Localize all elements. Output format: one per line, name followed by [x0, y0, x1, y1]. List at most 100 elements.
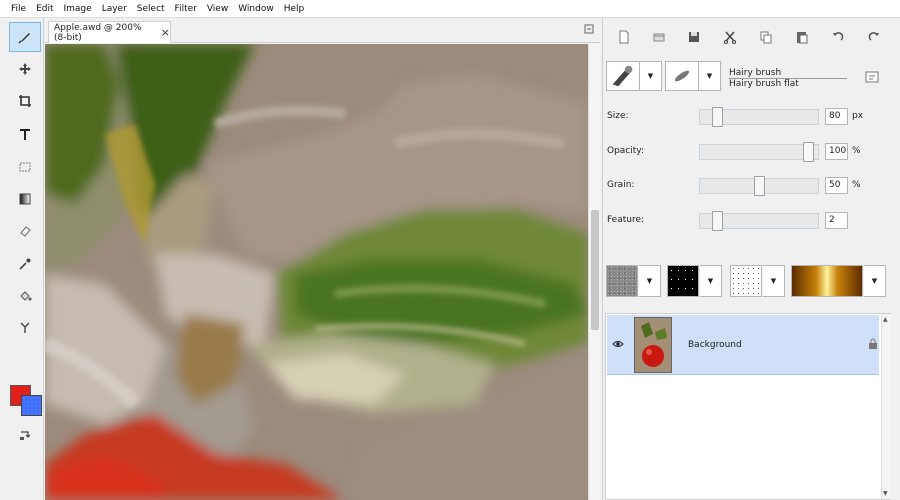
gradient-dropdown[interactable]: ▼: [864, 265, 886, 297]
chevron-down-icon: ▼: [770, 277, 777, 285]
canvas[interactable]: [45, 44, 588, 500]
crop-icon: [19, 95, 31, 107]
lock-icon[interactable]: [868, 338, 878, 349]
tool-rect-select[interactable]: [9, 152, 41, 182]
layer-thumbnail: [634, 317, 672, 373]
brush-tool-icon: [612, 65, 633, 87]
right-panel: ▼ ▼ Hairy brush Hairy brush flat Size: 8…: [602, 18, 900, 500]
tool-move[interactable]: [9, 54, 41, 84]
brush-tip-icon: [674, 70, 690, 82]
menu-layer[interactable]: Layer: [97, 0, 132, 18]
size-slider[interactable]: [699, 107, 819, 127]
feature-control: Feature: 2: [603, 211, 900, 231]
brush-settings-icon[interactable]: [865, 71, 879, 83]
paper-texture-swatch[interactable]: [606, 265, 638, 297]
scroll-up-icon[interactable]: ▲: [883, 316, 888, 323]
paste-button[interactable]: [795, 30, 809, 44]
tool-fill[interactable]: [9, 281, 41, 311]
paste-icon: [797, 32, 808, 44]
layers-scrollbar[interactable]: ▲ ▼: [881, 314, 891, 499]
grain-label: Grain:: [607, 180, 635, 190]
document-tab-bar: Apple.awd @ 200% (8-bit) ×: [45, 18, 600, 43]
brush-selector: ▼ ▼ Hairy brush Hairy brush flat: [603, 58, 900, 98]
opacity-slider-handle[interactable]: [803, 142, 814, 162]
feature-slider[interactable]: [699, 211, 819, 231]
panel-toolbar: [603, 18, 900, 56]
brush-tool-dropdown[interactable]: ▼: [640, 61, 662, 91]
menu-window[interactable]: Window: [233, 0, 279, 18]
cut-button[interactable]: [723, 30, 737, 44]
size-value-field[interactable]: 80: [825, 108, 848, 125]
eye-icon[interactable]: [612, 339, 624, 349]
tool-smudge[interactable]: [9, 313, 41, 343]
document-tab[interactable]: Apple.awd @ 200% (8-bit) ×: [48, 21, 171, 43]
tool-eraser[interactable]: [9, 216, 41, 246]
opacity-value-field[interactable]: 100: [825, 143, 848, 160]
pin-panel-icon[interactable]: [584, 24, 594, 34]
chevron-down-icon: ▼: [646, 277, 653, 285]
new-icon: [619, 30, 629, 44]
brush-tip-preview[interactable]: [665, 61, 699, 91]
redo-button[interactable]: [867, 30, 881, 44]
eyedropper-icon: [19, 258, 31, 270]
gold-gradient-swatch[interactable]: [791, 265, 863, 297]
size-slider-handle[interactable]: [712, 107, 723, 127]
layer-row[interactable]: Background: [607, 315, 879, 375]
menu-filter[interactable]: Filter: [170, 0, 202, 18]
undo-button[interactable]: [831, 30, 845, 44]
tool-brush[interactable]: [9, 22, 41, 52]
fill-icon: [20, 291, 32, 301]
brush-tip-dropdown[interactable]: ▼: [699, 61, 721, 91]
tool-text[interactable]: [9, 119, 41, 149]
new-button[interactable]: [617, 30, 631, 44]
speckle-swatch[interactable]: [667, 265, 699, 297]
texture-swatches: ▼ ▼ ▼ ▼: [603, 265, 900, 299]
opacity-label: Opacity:: [607, 146, 644, 156]
eraser-icon: [20, 226, 31, 237]
brush-tool-preview[interactable]: [606, 61, 640, 91]
paper-texture-dropdown[interactable]: ▼: [639, 265, 661, 297]
brush-variant: Hairy brush flat: [729, 79, 799, 89]
tool-eyedropper[interactable]: [9, 249, 41, 279]
menu-select[interactable]: Select: [132, 0, 170, 18]
opacity-unit: %: [852, 146, 861, 156]
dot-pattern-swatch[interactable]: [730, 265, 762, 297]
gradient-icon: [19, 193, 31, 205]
feature-slider-handle[interactable]: [712, 211, 723, 231]
canvas-scrollbar-thumb[interactable]: [591, 210, 599, 330]
feature-value-field[interactable]: 2: [825, 212, 848, 229]
menu-view[interactable]: View: [202, 0, 233, 18]
open-button[interactable]: [652, 30, 666, 44]
grain-slider[interactable]: [699, 176, 819, 196]
tool-gradient[interactable]: [9, 184, 41, 214]
opacity-slider[interactable]: [699, 142, 819, 162]
dot-pattern-dropdown[interactable]: ▼: [763, 265, 785, 297]
menu-image[interactable]: Image: [59, 0, 97, 18]
grain-control: Grain: 50 %: [603, 176, 900, 196]
tool-crop[interactable]: [9, 86, 41, 116]
size-unit: px: [852, 111, 864, 121]
menu-edit[interactable]: Edit: [31, 0, 58, 18]
smudge-icon: [20, 322, 30, 333]
layers-panel: Background ▲ ▼: [605, 313, 891, 500]
feature-label: Feature:: [607, 215, 645, 225]
menu-file[interactable]: File: [6, 0, 31, 18]
grain-unit: %: [852, 180, 861, 190]
menu-help[interactable]: Help: [279, 0, 310, 18]
copy-button[interactable]: [759, 30, 773, 44]
scroll-down-icon[interactable]: ▼: [883, 490, 888, 497]
size-label: Size:: [607, 111, 629, 121]
close-tab-icon[interactable]: ×: [161, 26, 170, 39]
move-icon: [19, 63, 31, 75]
swap-colors-icon[interactable]: [18, 428, 32, 442]
speckle-dropdown[interactable]: ▼: [700, 265, 722, 297]
background-color-swatch[interactable]: [21, 395, 42, 416]
undo-icon: [833, 32, 844, 41]
opacity-control: Opacity: 100 %: [603, 142, 900, 162]
canvas-vertical-scrollbar[interactable]: [588, 44, 600, 500]
chevron-down-icon: ▼: [706, 72, 713, 80]
save-button[interactable]: [687, 30, 701, 44]
save-icon: [689, 32, 699, 42]
grain-value-field[interactable]: 50: [825, 177, 848, 194]
grain-slider-handle[interactable]: [754, 176, 765, 196]
